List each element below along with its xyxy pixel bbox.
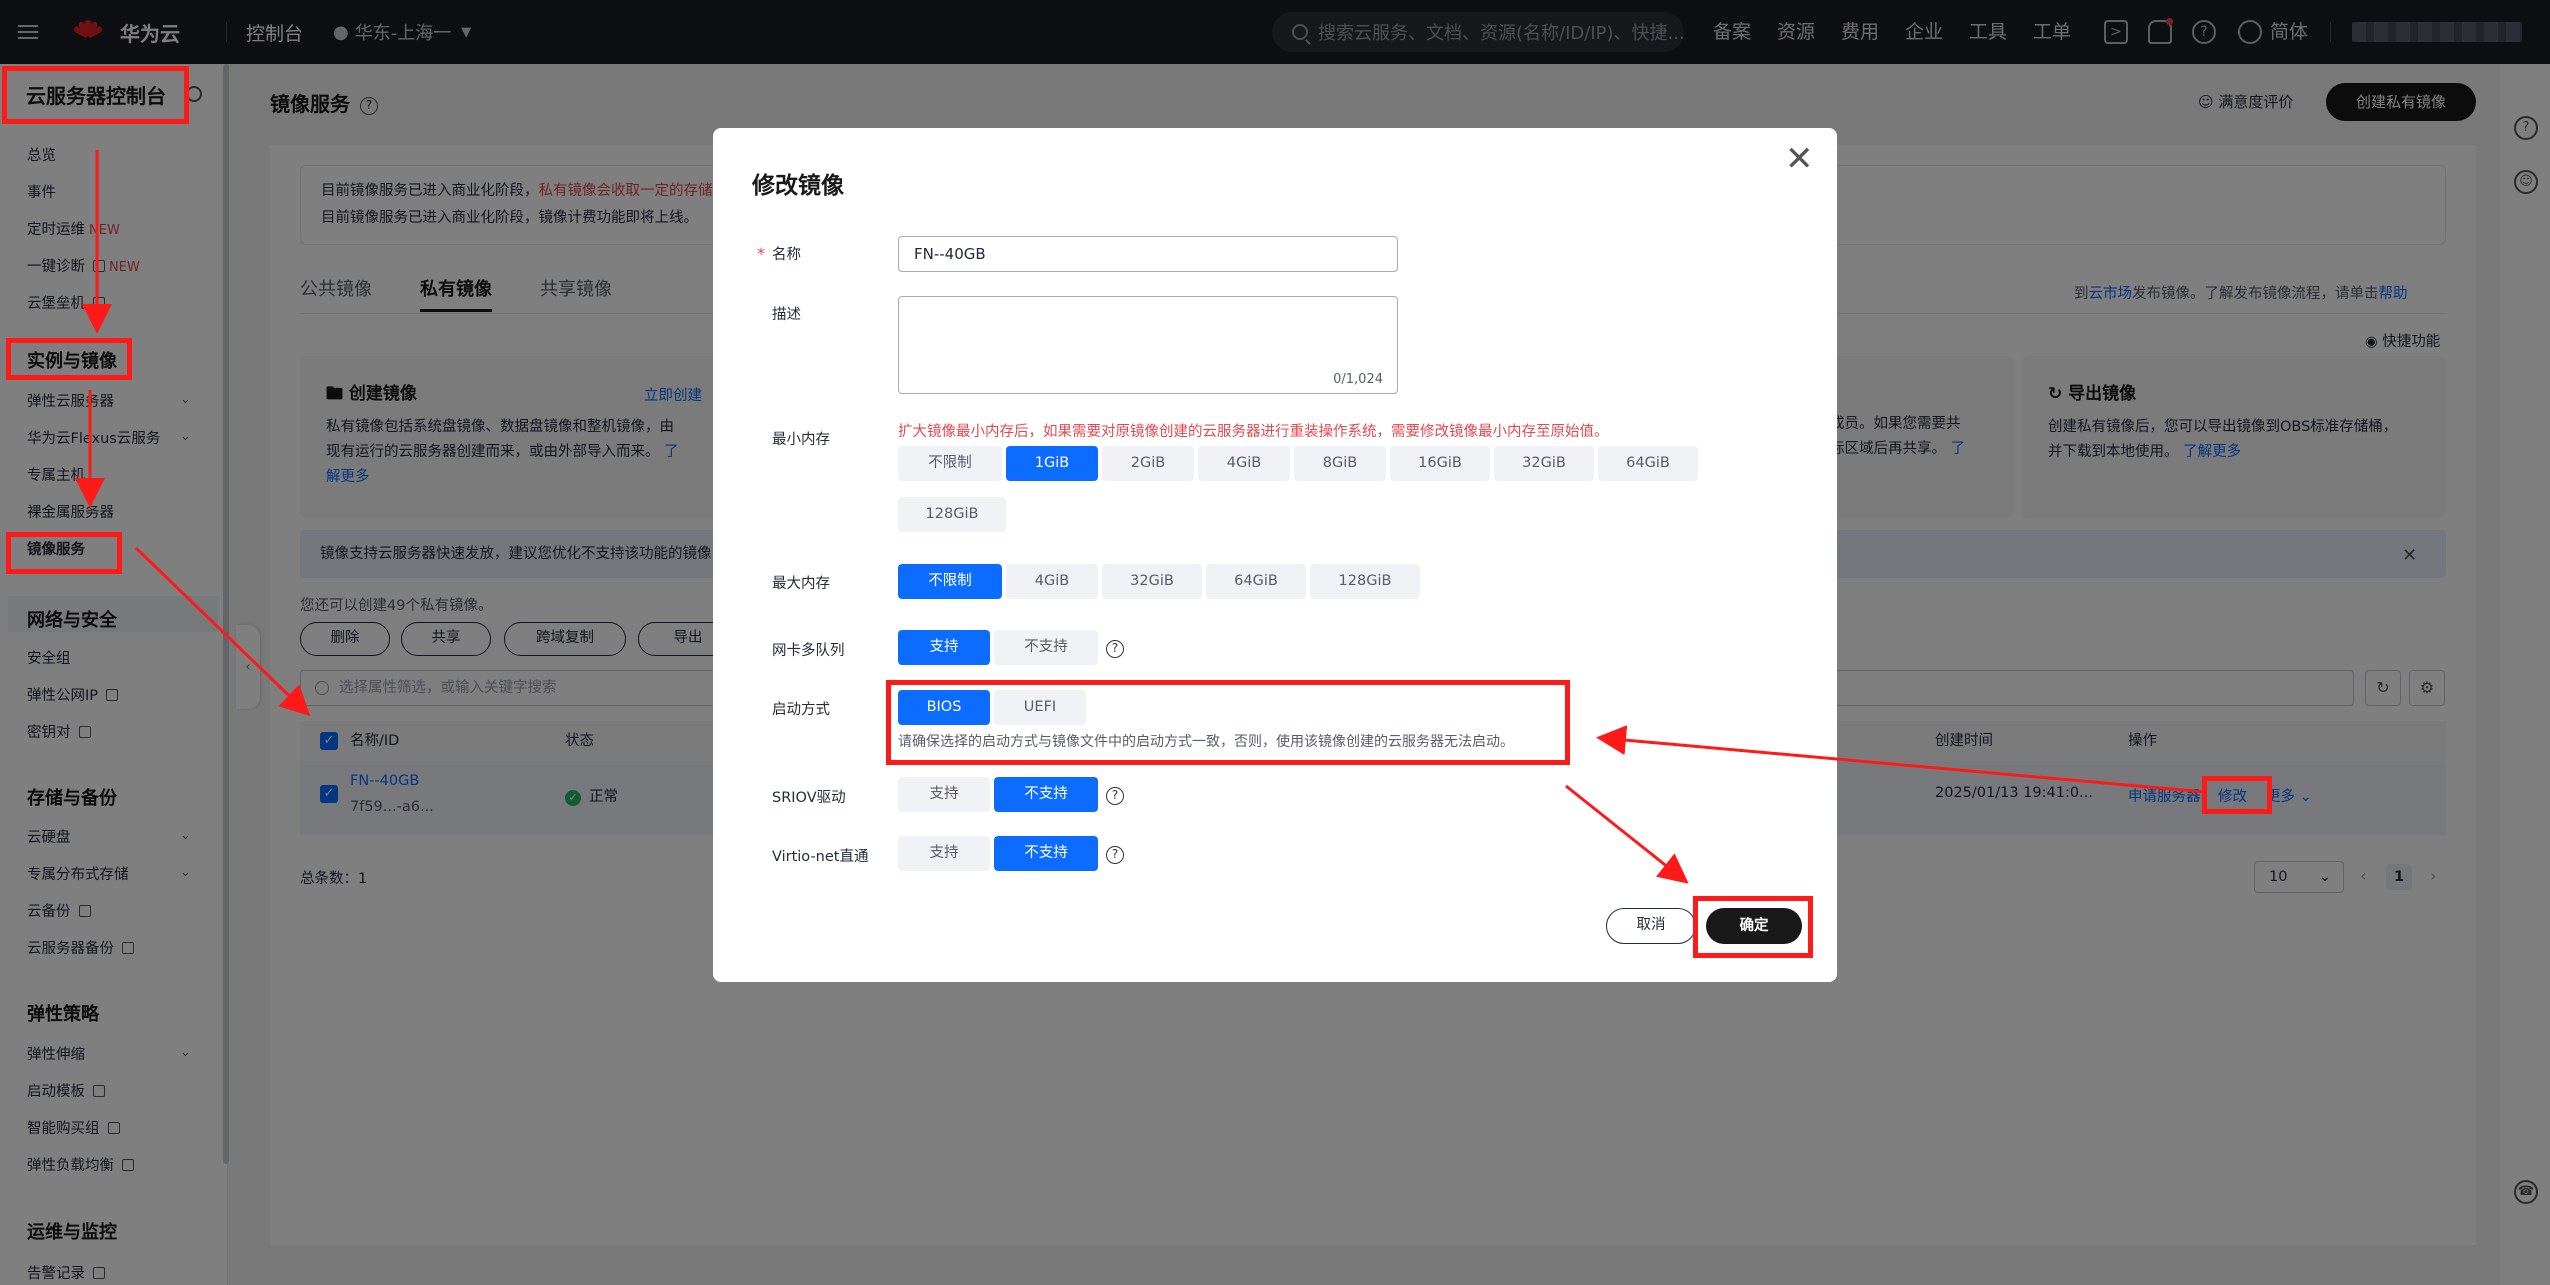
boot-option-uefi[interactable]: UEFI [994,690,1086,725]
sriov-option-unsupported[interactable]: 不支持 [994,777,1098,812]
nic-option-unsupported[interactable]: 不支持 [994,630,1098,665]
modify-image-dialog: 修改镜像 ✕ * 名称 FN--40GB 描述 0/1,024 最小内存 扩大镜… [713,128,1837,982]
min-mem-option-128gib[interactable]: 128GiB [898,497,1006,532]
min-mem-option-4gib[interactable]: 4GiB [1198,446,1290,481]
question-icon[interactable]: ? [1106,846,1124,864]
max-mem-option-128gib[interactable]: 128GiB [1310,564,1420,599]
boot-option-bios[interactable]: BIOS [898,690,990,725]
confirm-button[interactable]: 确定 [1706,908,1802,944]
sriov-option-supported[interactable]: 支持 [898,777,990,812]
min-mem-option-2gib[interactable]: 2GiB [1102,446,1194,481]
min-mem-option-unlimited[interactable]: 不限制 [898,446,1002,481]
dialog-title: 修改镜像 [752,173,844,199]
required-asterisk: * [757,244,765,263]
nic-option-supported[interactable]: 支持 [898,630,990,665]
close-icon[interactable]: ✕ [1785,142,1814,176]
description-textarea[interactable]: 0/1,024 [898,296,1398,394]
max-mem-option-64gib[interactable]: 64GiB [1206,564,1306,599]
max-memory-label: 最大内存 [772,576,830,592]
max-mem-option-unlimited[interactable]: 不限制 [898,564,1002,599]
virtio-option-unsupported[interactable]: 不支持 [994,836,1098,871]
cancel-button[interactable]: 取消 [1606,908,1696,944]
min-mem-option-1gib[interactable]: 1GiB [1006,446,1098,481]
min-mem-option-8gib[interactable]: 8GiB [1294,446,1386,481]
description-label: 描述 [772,307,801,323]
nic-multiqueue-label: 网卡多队列 [772,643,845,659]
boot-mode-label: 启动方式 [772,702,830,718]
min-mem-option-16gib[interactable]: 16GiB [1390,446,1490,481]
virtio-label: Virtio-net直通 [772,849,869,865]
sriov-label: SRIOV驱动 [772,790,846,806]
char-count: 0/1,024 [1333,372,1383,387]
min-mem-option-32gib[interactable]: 32GiB [1494,446,1594,481]
name-label: 名称 [772,247,801,263]
name-input[interactable]: FN--40GB [898,236,1398,272]
min-memory-warning: 扩大镜像最小内存后，如果需要对原镜像创建的云服务器进行重装操作系统，需要修改镜像… [898,424,1609,440]
question-icon[interactable]: ? [1106,640,1124,658]
boot-mode-hint: 请确保选择的启动方式与镜像文件中的启动方式一致，否则，使用该镜像创建的云服务器无… [898,734,1514,750]
virtio-option-supported[interactable]: 支持 [898,836,990,871]
min-memory-label: 最小内存 [772,432,830,448]
min-mem-option-64gib[interactable]: 64GiB [1598,446,1698,481]
max-mem-option-4gib[interactable]: 4GiB [1006,564,1098,599]
max-mem-option-32gib[interactable]: 32GiB [1102,564,1202,599]
question-icon[interactable]: ? [1106,787,1124,805]
